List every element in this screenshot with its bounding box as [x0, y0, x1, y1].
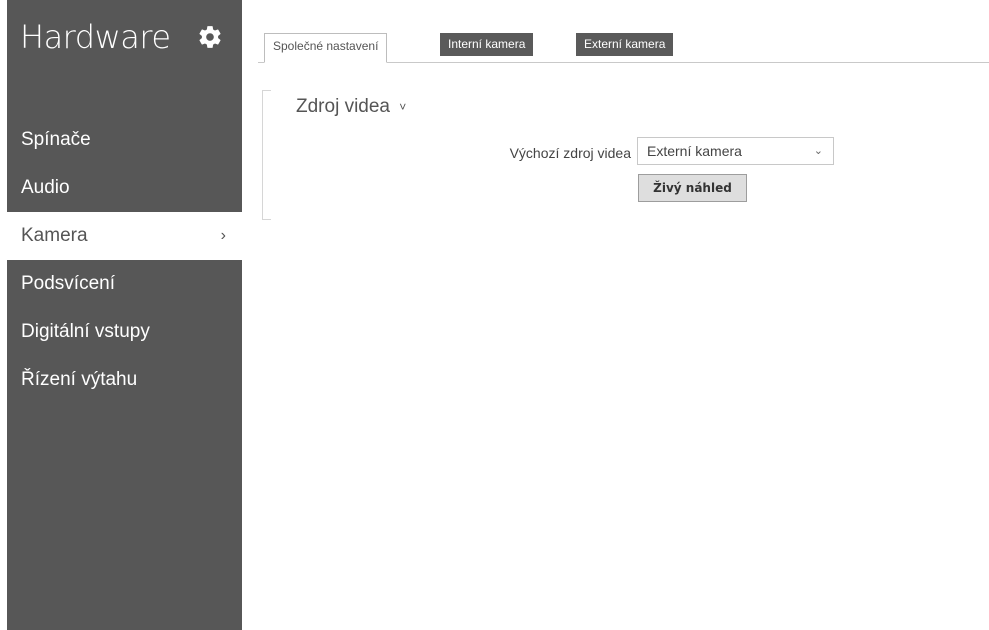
tab-interni-kamera[interactable]: Interní kamera — [440, 33, 534, 56]
sidebar-title: Hardware — [20, 18, 171, 56]
sidebar-item-rizeni-vytahu[interactable]: Řízení výtahu — [7, 356, 242, 404]
sidebar-header: Hardware — [7, 14, 242, 64]
tab-externi-kamera[interactable]: Externí kamera — [576, 33, 674, 56]
sidebar-item-spinace[interactable]: Spínače — [7, 116, 242, 164]
sidebar-item-label: Spínače — [21, 129, 91, 150]
sidebar-nav: Spínače Audio Kamera › Podsvícení Digitá… — [7, 116, 242, 404]
select-value: Externí kamera — [647, 143, 742, 159]
sidebar-item-audio[interactable]: Audio — [7, 164, 242, 212]
gear-icon[interactable] — [197, 24, 223, 50]
chevron-down-icon: ˅ — [399, 99, 407, 114]
default-video-source-select[interactable]: Externí kamera ⌄ — [637, 137, 834, 165]
sidebar-item-label: Audio — [21, 177, 70, 198]
tab-spolecne-nastaveni[interactable]: Společné nastavení — [264, 33, 388, 63]
sidebar-item-label: Řízení výtahu — [21, 369, 138, 390]
tab-bar: Společné nastavení Interní kamera Extern… — [258, 33, 989, 63]
sidebar: Hardware Spínače Audio Kamera › Podsvíce… — [7, 0, 242, 630]
sidebar-item-kamera[interactable]: Kamera › — [7, 212, 242, 260]
sidebar-item-label: Digitální vstupy — [21, 321, 150, 342]
chevron-down-icon: ⌄ — [813, 145, 823, 157]
sidebar-item-label: Kamera — [21, 225, 88, 246]
sidebar-item-podsviceni[interactable]: Podsvícení — [7, 260, 242, 308]
sidebar-item-digitalni-vstupy[interactable]: Digitální vstupy — [7, 308, 242, 356]
chevron-right-icon: › — [220, 227, 226, 244]
section-title: Zdroj videa — [296, 96, 390, 117]
sidebar-item-label: Podsvícení — [21, 273, 115, 294]
default-video-source-label: Výchozí zdroj videa — [509, 145, 631, 161]
section-title-toggle[interactable]: Zdroj videa ˅ — [296, 96, 406, 118]
video-source-section: Zdroj videa ˅ Výchozí zdroj videa Extern… — [262, 90, 989, 220]
live-preview-button[interactable]: Živý náhled — [638, 174, 747, 202]
